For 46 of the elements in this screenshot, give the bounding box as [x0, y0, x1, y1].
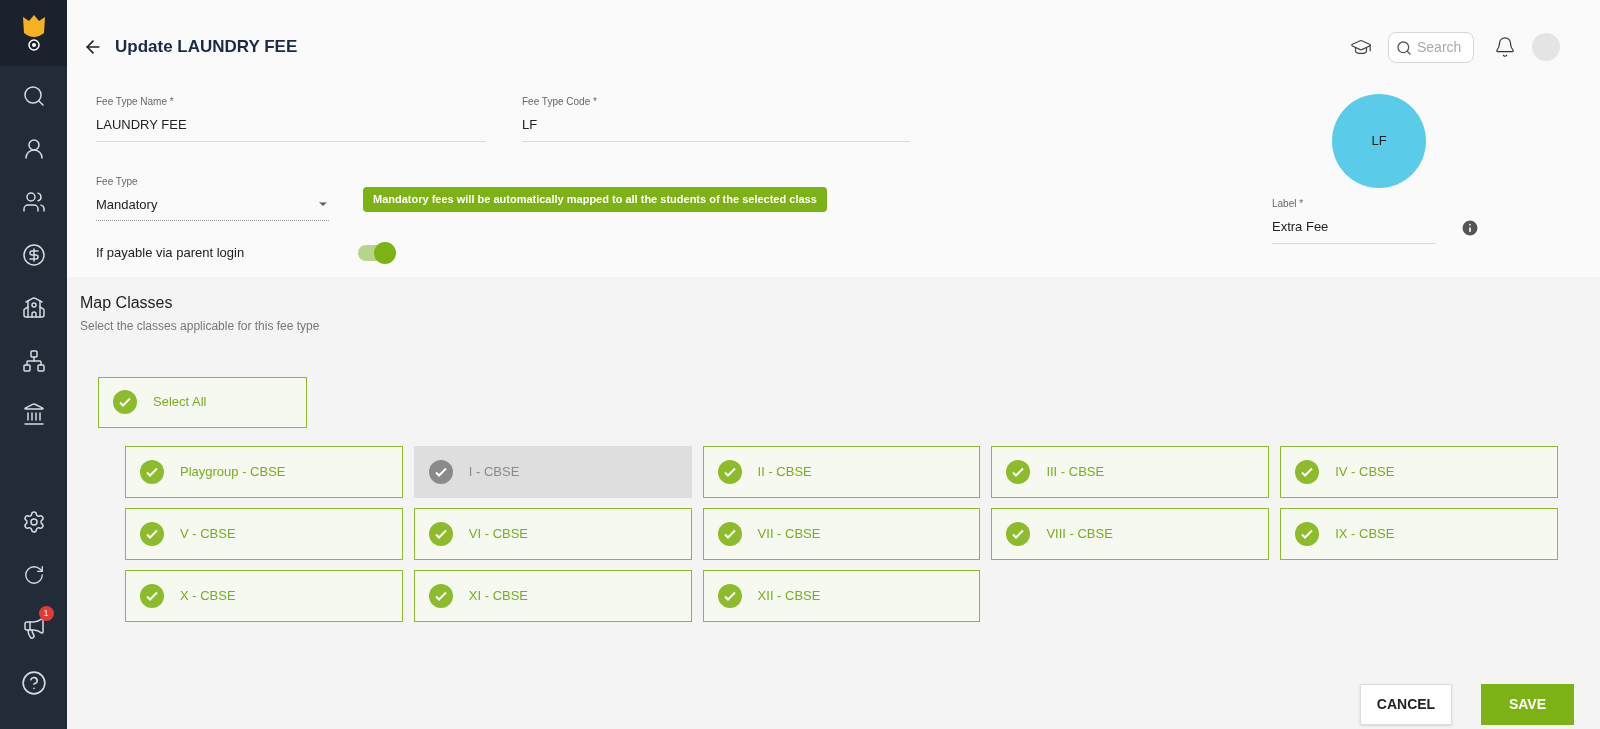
field-label: Label * — [1272, 197, 1305, 211]
fee-type-dropdown[interactable]: Mandatory — [96, 188, 329, 221]
people-icon[interactable] — [21, 190, 46, 214]
info-banner: Mandatory fees will be automatically mapped to all the students of the selected class — [363, 187, 827, 212]
megaphone-icon[interactable] — [21, 616, 46, 640]
avatar-initials: LF — [1371, 132, 1387, 151]
network-icon[interactable] — [21, 349, 46, 373]
fee-name-field[interactable]: LAUNDRY FEE — [96, 109, 486, 142]
label-field[interactable]: Extra Fee — [1272, 211, 1436, 244]
help-icon[interactable] — [20, 670, 47, 696]
class-option[interactable]: V - CBSE — [125, 507, 403, 560]
logo-icon[interactable] — [20, 13, 47, 53]
class-option[interactable]: III - CBSE — [991, 445, 1270, 498]
class-option[interactable]: XII - CBSE — [702, 569, 981, 622]
class-option[interactable]: Playgroup - CBSE — [125, 445, 403, 498]
field-label: Fee Type Code * — [522, 95, 598, 109]
search-icon — [1396, 39, 1412, 56]
select-all-option[interactable]: Select All — [98, 376, 307, 428]
school-icon[interactable] — [21, 296, 46, 320]
bell-icon[interactable] — [1494, 36, 1516, 58]
toggle-switch[interactable] — [358, 244, 394, 261]
dollar-icon[interactable] — [21, 243, 46, 267]
class-option[interactable]: IV - CBSE — [1280, 445, 1558, 498]
section-subtitle: Select the classes applicable for this fee type — [80, 317, 321, 335]
class-option[interactable]: II - CBSE — [702, 445, 981, 498]
section-title: Map Classes — [80, 292, 174, 313]
info-icon[interactable] — [1460, 217, 1480, 238]
field-label: Fee Type — [96, 174, 139, 189]
building-icon[interactable] — [21, 402, 46, 426]
page-title: Update LAUNDRY FEE — [115, 36, 298, 59]
class-option[interactable]: VII - CBSE — [702, 507, 981, 560]
class-option[interactable]: VI - CBSE — [413, 507, 692, 560]
refresh-icon[interactable] — [22, 564, 45, 586]
save-button[interactable]: SAVE — [1481, 684, 1574, 725]
class-option[interactable]: VIII - CBSE — [991, 507, 1270, 560]
class-option[interactable]: X - CBSE — [125, 569, 403, 622]
search-icon[interactable] — [21, 84, 46, 108]
fee-code-field[interactable]: LF — [522, 109, 910, 142]
field-label: Fee Type Name * — [96, 95, 175, 109]
toggle-label: If payable via parent login — [96, 244, 245, 262]
settings-icon[interactable] — [21, 510, 46, 534]
class-option[interactable]: IX - CBSE — [1280, 507, 1558, 560]
notification-badge: 1 — [38, 606, 54, 621]
cancel-button[interactable]: CANCEL — [1360, 684, 1452, 725]
class-option[interactable]: XI - CBSE — [413, 569, 692, 622]
search-field[interactable]: Search — [1388, 31, 1474, 63]
